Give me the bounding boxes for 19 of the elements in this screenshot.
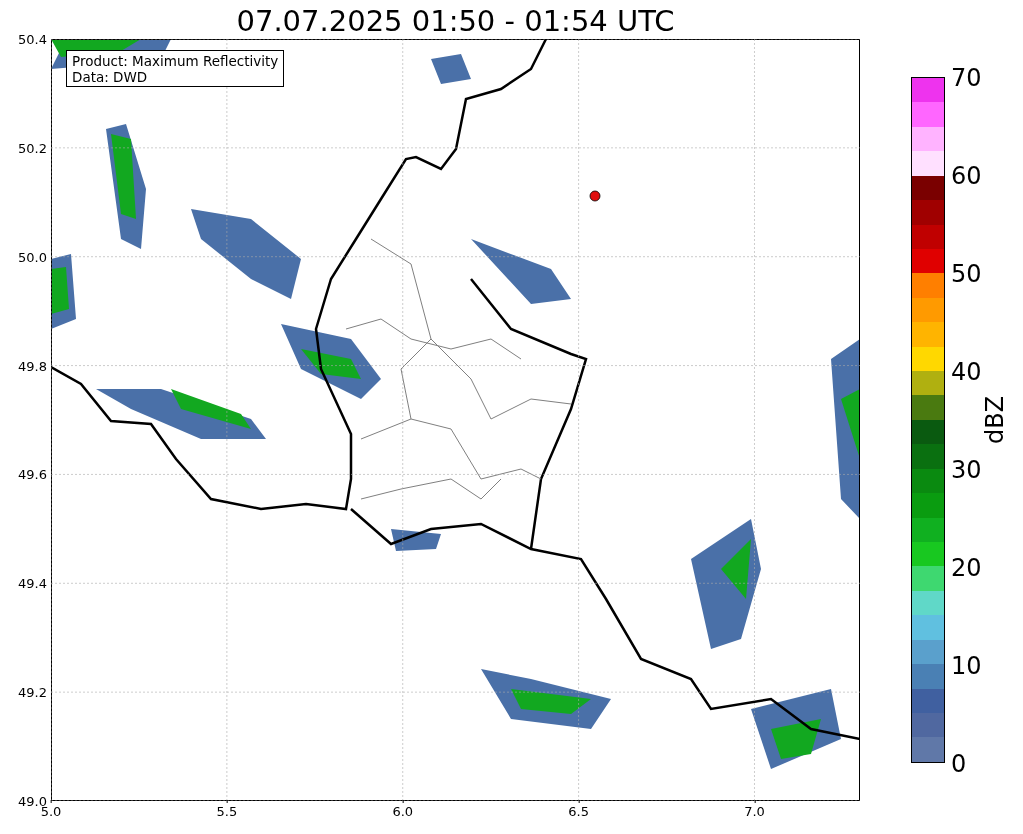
axis-tick-label: 49.6 [18,466,47,482]
chart-title: 07.07.2025 01:50 - 01:54 UTC [235,3,676,39]
colorbar-tick-label: 60 [951,163,982,189]
colorbar-tick-label: 50 [951,261,982,287]
colorbar-tick-label: 10 [951,653,982,679]
axis-tick-label: 49.8 [18,358,47,374]
colorbar-tick-label: 20 [951,555,982,581]
colorbar-label: dBZ [982,395,1008,445]
axis-tick-label: 50.0 [18,249,47,265]
axis-tick-label: 49.2 [18,684,47,700]
legend-text: Product: Maximum Reflectivity [72,53,279,69]
axis-tick-label: 49.4 [18,575,47,591]
axis-tick-label: 50.2 [18,140,47,156]
colorbar-tick-label: 70 [951,65,982,91]
legend-text: Data: DWD [72,69,149,85]
colorbar-tick-label: 30 [951,457,982,483]
colorbar-tick-label: 40 [951,359,982,385]
colorbar-tick-label: 0 [951,751,967,777]
axis-tick-label: 50.4 [18,31,47,47]
